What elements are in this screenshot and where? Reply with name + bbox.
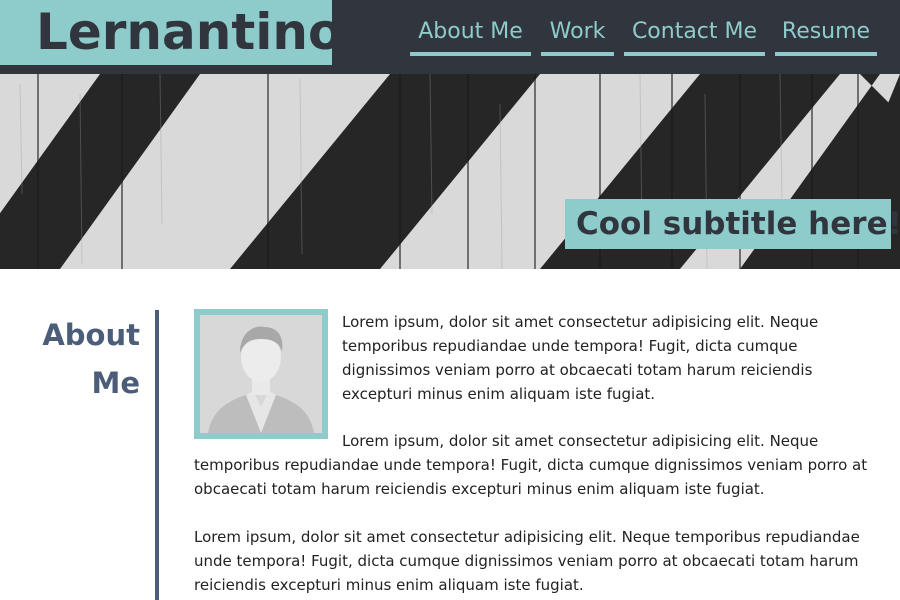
logo-box[interactable]: Lernantino <box>0 0 342 65</box>
about-paragraph-3: Lorem ipsum, dolor sit amet consectetur … <box>194 528 860 594</box>
section-divider <box>155 310 159 600</box>
nav-about-me[interactable]: About Me <box>410 12 531 56</box>
avatar <box>194 309 328 439</box>
hero-subtitle: Cool subtitle here! <box>576 206 900 242</box>
nav-contact-me[interactable]: Contact Me <box>624 12 765 56</box>
site-header: Lernantino About Me Work Contact Me Resu… <box>0 0 900 74</box>
about-paragraph-1: Lorem ipsum, dolor sit amet consectetur … <box>342 313 819 403</box>
nav-resume[interactable]: Resume <box>775 12 877 56</box>
hero-banner: Cool subtitle here! <box>0 74 900 269</box>
about-paragraph-2: Lorem ipsum, dolor sit amet consectetur … <box>194 432 868 498</box>
site-logo[interactable]: Lernantino <box>36 0 342 67</box>
nav-work[interactable]: Work <box>541 12 614 56</box>
about-heading: About Me <box>42 318 140 400</box>
hero-subtitle-box: Cool subtitle here! <box>565 199 900 249</box>
person-silhouette-icon <box>200 315 322 433</box>
